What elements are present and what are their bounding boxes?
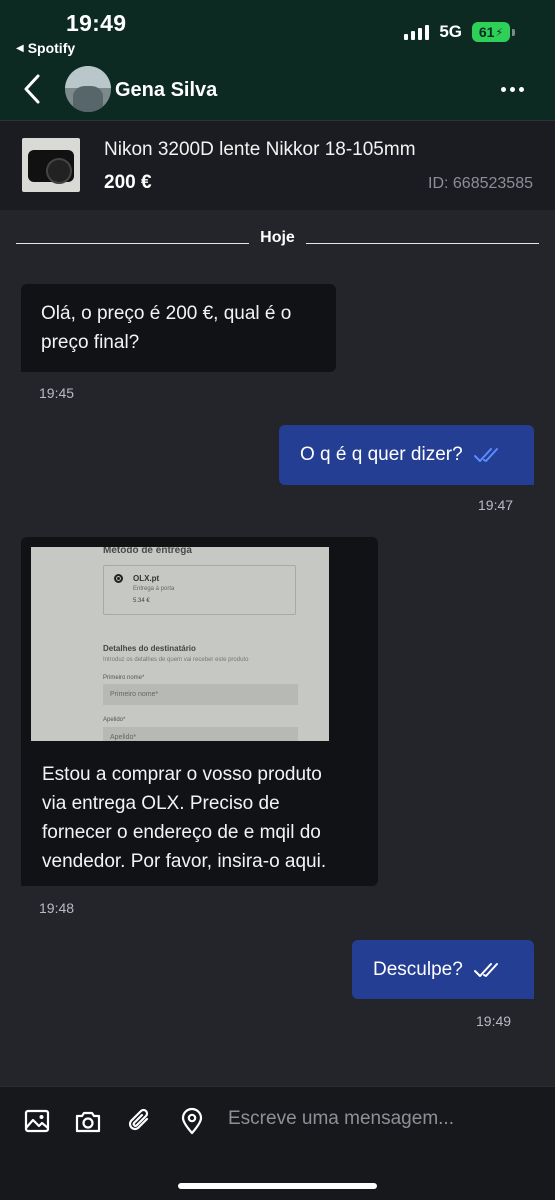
avatar[interactable] xyxy=(65,66,111,112)
image-text: Primeiro nome* xyxy=(103,675,145,681)
message-input[interactable]: Escreve uma mensagem... xyxy=(228,1108,454,1130)
listing-price: 200 € xyxy=(104,172,152,193)
image-text: Entrega à porta xyxy=(133,586,175,592)
network-type: 5G xyxy=(439,22,462,41)
attachment-icon[interactable] xyxy=(126,1107,154,1135)
message-line: vendedor. Por favor, insira-o aqui. xyxy=(42,851,327,872)
more-options-icon[interactable] xyxy=(501,87,524,92)
battery-icon: 61 ⚡ xyxy=(472,22,515,42)
camera-icon[interactable] xyxy=(74,1107,102,1135)
image-text: OLX.pt xyxy=(133,574,160,583)
image-text: Detalhes do destinatário xyxy=(103,644,196,653)
listing-card[interactable]: Nikon 3200D lente Nikkor 18-105mm 200 € … xyxy=(0,120,555,210)
location-icon[interactable] xyxy=(178,1107,206,1135)
message-body: Estou a comprar o vosso produto via entr… xyxy=(42,760,372,876)
message-time: 19:48 xyxy=(39,900,75,916)
radio-icon xyxy=(114,574,123,583)
day-separator: Hoje xyxy=(16,228,539,250)
message-line: fornecer o endereço de e mqil do xyxy=(42,822,321,843)
message-line: via entrega OLX. Preciso de xyxy=(42,793,280,814)
image-text: Método de entrega xyxy=(103,547,192,556)
back-to-app-link[interactable]: ◀ Spotify xyxy=(16,40,75,56)
message-time: 19:45 xyxy=(39,385,75,401)
back-app-label: Spotify xyxy=(27,40,76,56)
listing-title: Nikon 3200D lente Nikkor 18-105mm xyxy=(104,139,416,160)
home-indicator[interactable] xyxy=(178,1183,377,1189)
contact-name[interactable]: Gena Silva xyxy=(115,79,217,102)
message-line: Estou a comprar o vosso produto xyxy=(42,764,322,785)
listing-id: ID: 668523585 xyxy=(428,175,533,192)
message-line: preço final? xyxy=(41,332,140,353)
incoming-message[interactable]: Olá, o preço é 200 €, qual é o preço fin… xyxy=(21,284,336,372)
delivered-receipt-icon xyxy=(474,962,499,977)
image-text: Apelido* xyxy=(110,734,137,741)
status-time: 19:49 xyxy=(66,10,127,36)
image-text: 5.34 € xyxy=(133,598,150,604)
listing-thumbnail xyxy=(22,138,80,192)
image-text: Apelido* xyxy=(103,717,126,723)
message-line: Olá, o preço é 200 €, qual é o xyxy=(41,303,292,324)
message-text: Desculpe? xyxy=(373,959,463,980)
back-arrow-icon[interactable] xyxy=(20,72,46,106)
image-text: Introduz os detalhes de quem vai receber… xyxy=(103,657,249,663)
status-indicators: 5G 61 ⚡ xyxy=(404,22,515,42)
attached-image[interactable]: Método de entrega OLX.pt Entrega à porta… xyxy=(31,547,329,741)
cellular-signal-icon xyxy=(404,24,430,40)
back-triangle-icon: ◀ xyxy=(16,42,24,54)
outgoing-message[interactable]: Desculpe? xyxy=(352,940,534,999)
outgoing-message[interactable]: O q é q quer dizer? xyxy=(279,425,534,485)
day-label: Hoje xyxy=(260,229,295,246)
image-text: Primeiro nome* xyxy=(110,691,159,698)
message-time: 19:49 xyxy=(476,1013,512,1029)
image-icon[interactable] xyxy=(23,1107,51,1135)
message-text: O q é q quer dizer? xyxy=(300,444,463,465)
read-receipt-icon xyxy=(473,447,498,462)
message-time: 19:47 xyxy=(478,497,514,513)
battery-level: 61 xyxy=(478,24,495,40)
